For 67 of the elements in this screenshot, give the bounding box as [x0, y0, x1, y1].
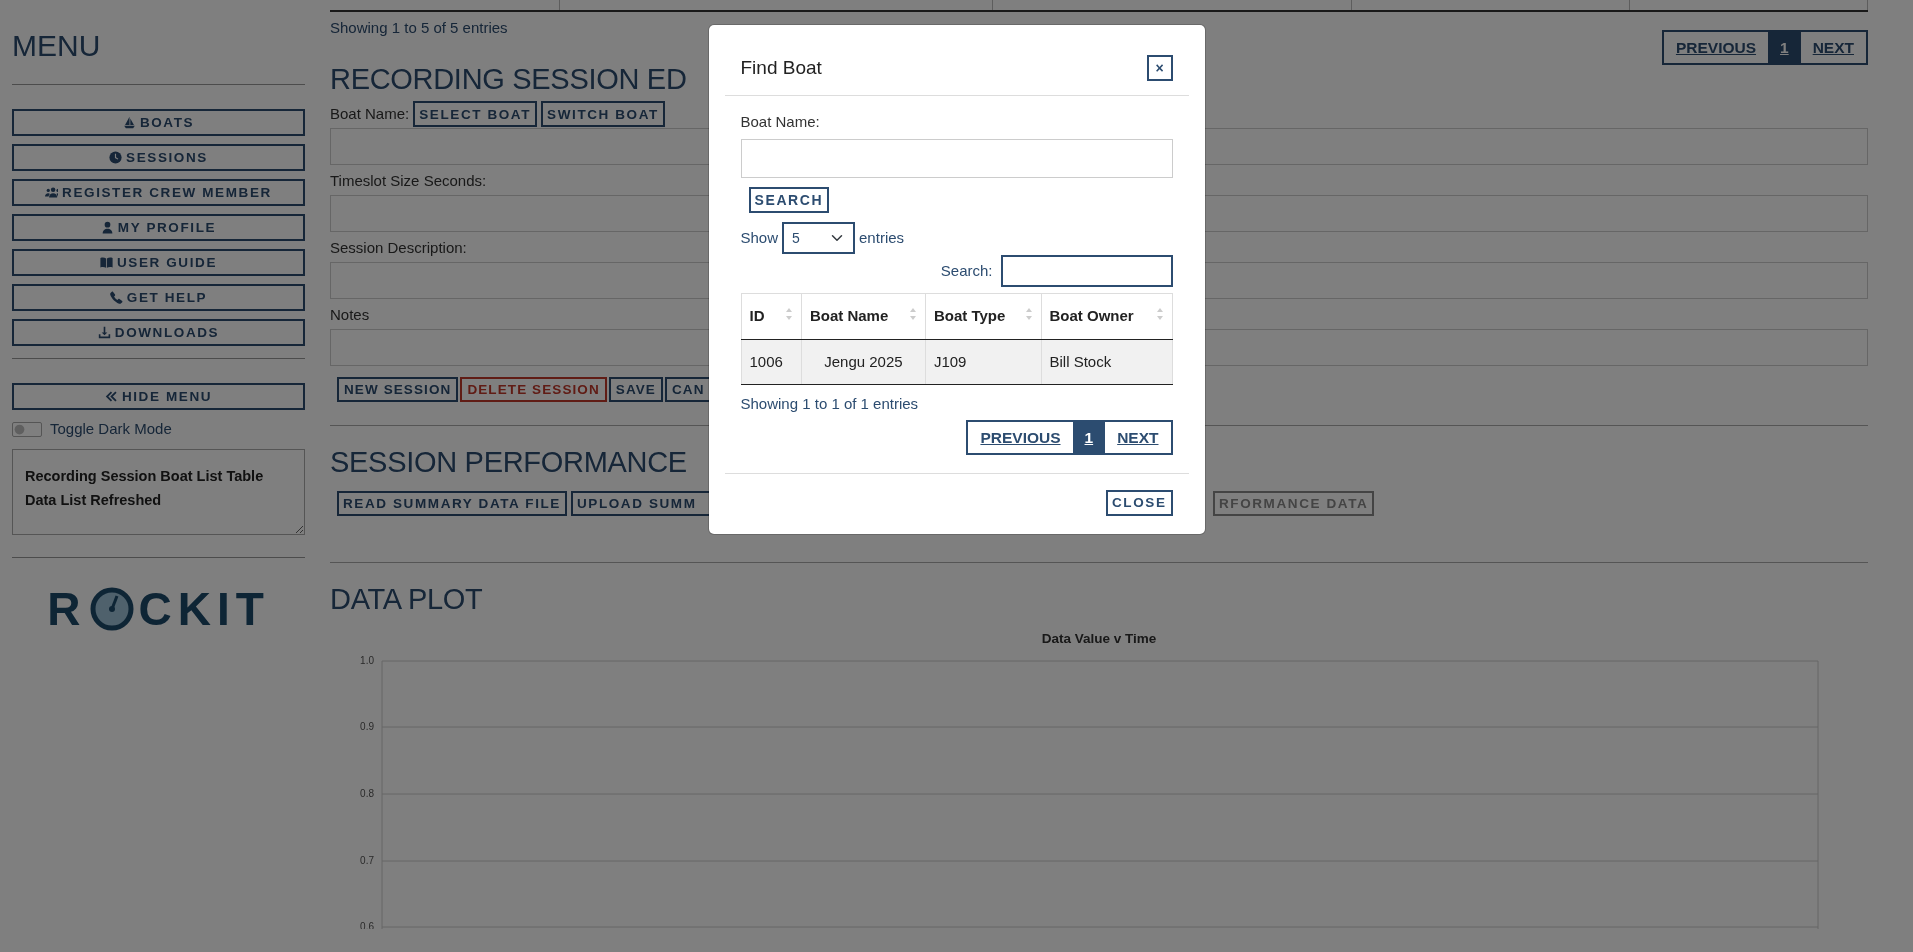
dark-mode-switch[interactable] — [12, 421, 42, 437]
book-icon — [100, 256, 113, 269]
close-button[interactable]: CLOSE — [1106, 489, 1173, 516]
dark-mode-label: Toggle Dark Mode — [50, 419, 172, 439]
entries-label: entries — [859, 227, 905, 248]
menu-button[interactable]: MY PROFILE — [12, 214, 305, 241]
column-title: Boat Type — [933, 307, 1006, 324]
section-heading: RECORDING SESSION ED — [330, 62, 687, 98]
menu-heading: MENU — [12, 28, 102, 64]
page-link[interactable]: 1 — [1768, 32, 1801, 64]
menu-button[interactable]: SESSIONS — [12, 144, 305, 171]
table-search-field[interactable] — [1000, 255, 1173, 287]
users-icon — [45, 186, 59, 199]
column-title: ID — [749, 307, 765, 324]
field-label: Session Description: — [330, 238, 467, 259]
menu-button[interactable]: REGISTER CREW MEMBER — [12, 179, 305, 206]
field-label: Notes — [330, 305, 370, 326]
boat-name-field[interactable] — [740, 139, 1173, 178]
clock-icon — [109, 151, 123, 164]
action-button[interactable]: DELETE SESSION — [460, 377, 607, 403]
section-heading: SESSION PERFORMANCE — [330, 445, 687, 481]
search-label: Search: — [940, 260, 993, 281]
column-title: Boat Name — [809, 307, 889, 324]
sort-icon — [908, 307, 917, 321]
logo-text: R — [47, 586, 87, 632]
entries-info: Showing 1 to 5 of 5 entries — [330, 18, 508, 38]
axis-tick-label: 0.8 — [360, 788, 374, 800]
axis-tick-label: 0.7 — [360, 855, 374, 867]
double-chevron-icon — [104, 390, 118, 403]
close-button[interactable]: × — [1146, 55, 1173, 81]
phone-icon — [109, 291, 123, 304]
sort-icon — [784, 307, 793, 321]
show-label: Show — [740, 227, 779, 248]
boat-button[interactable]: SWITCH BOAT — [541, 101, 665, 128]
status-log-field[interactable]: Recording Session Boat List Table Data List Refreshed — [12, 448, 305, 535]
boat-button[interactable]: SELECT BOAT — [413, 101, 538, 128]
axis-tick-label: 1.0 — [360, 655, 374, 667]
menu-button[interactable]: DOWNLOADS — [12, 319, 305, 346]
table-cell: Bill Stock — [1041, 339, 1172, 385]
field-label: Boat Name: — [330, 104, 410, 125]
field-label: Boat Name: — [740, 112, 821, 132]
menu-button[interactable]: BOATS — [12, 109, 305, 136]
axis-tick-label: 0.9 — [360, 721, 374, 733]
field-label: Timeslot Size Seconds: — [330, 171, 487, 192]
chart-title: Data Value v Time — [1041, 631, 1157, 647]
page-size-select[interactable]: 5 — [782, 222, 856, 254]
action-button[interactable]: SAVE — [608, 377, 663, 403]
download-icon — [97, 326, 111, 339]
column-title: Boat Owner — [1049, 307, 1134, 324]
search-button[interactable]: SEARCH — [748, 187, 830, 213]
table-cell: Jengu 2025 — [801, 339, 926, 385]
logo-text: CKIT — [138, 586, 270, 632]
section-heading: DATA PLOT — [330, 582, 483, 618]
action-button[interactable]: NEW SESSION — [337, 377, 459, 403]
hide-menu-button[interactable]: HIDE MENU — [12, 383, 305, 410]
page-link[interactable]: 1 — [1072, 421, 1106, 453]
action-button[interactable]: READ SUMMARY DATA FILE — [337, 491, 567, 517]
modal-title: Find Boat — [740, 56, 822, 80]
sort-icon — [1024, 307, 1033, 321]
table-cell: J109 — [925, 339, 1041, 385]
user-icon — [100, 221, 114, 234]
table-cell: 1006 — [741, 339, 802, 385]
sailboat-icon — [122, 116, 136, 129]
menu-button[interactable]: GET HELP — [12, 284, 305, 311]
sort-icon — [1155, 307, 1164, 321]
gauge-icon — [90, 587, 135, 631]
menu-button[interactable]: USER GUIDE — [12, 249, 305, 276]
